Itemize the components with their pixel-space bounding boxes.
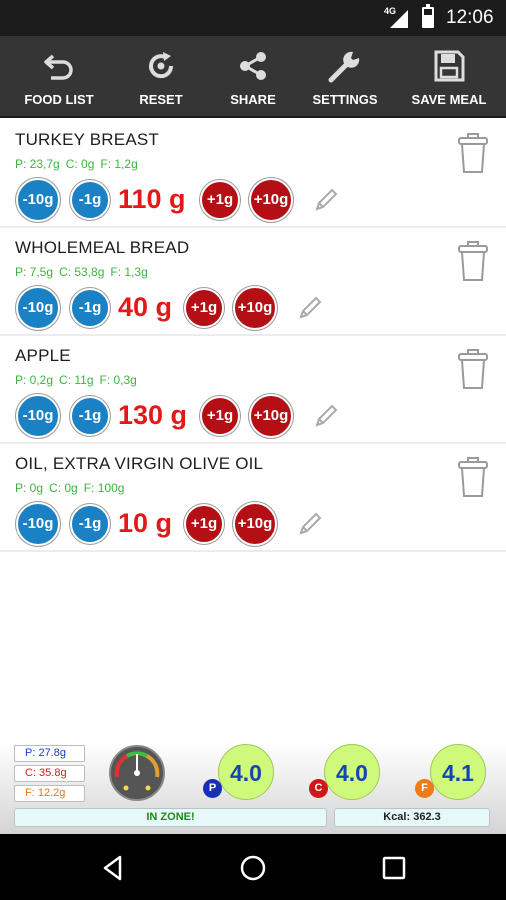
share-label: SHARE bbox=[230, 92, 276, 107]
fat-value: F: 1,2g bbox=[100, 157, 138, 171]
home-icon[interactable] bbox=[236, 851, 270, 885]
trash-icon[interactable] bbox=[457, 132, 489, 174]
zone-status: IN ZONE! bbox=[14, 808, 327, 827]
fat-value: F: 100g bbox=[83, 481, 125, 495]
battery-icon bbox=[422, 4, 434, 28]
carbs-score: 4.0 bbox=[324, 744, 380, 800]
food-macros: P: 23,7g C: 0g F: 1,2g bbox=[15, 157, 144, 171]
pencil-edit-icon[interactable] bbox=[296, 510, 324, 538]
carbs-total: C: 35.8g bbox=[14, 765, 85, 782]
food-item: APPLE P: 0,2g C: 11g F: 0,3g -10g -1g 130 … bbox=[0, 336, 506, 444]
food-name: WHOLEMEAL BREAD bbox=[15, 238, 190, 257]
carbs-value: C: 0g bbox=[65, 157, 95, 171]
status-bar: 4G 12:06 bbox=[0, 0, 506, 36]
food-list: TURKEY BREAST P: 23,7g C: 0g F: 1,2g -10g … bbox=[0, 120, 506, 552]
minus-10g-button[interactable]: -10g bbox=[16, 394, 60, 438]
pencil-edit-icon[interactable] bbox=[312, 402, 340, 430]
food-list-button[interactable]: FOOD LIST bbox=[14, 36, 104, 118]
carbs-value: C: 11g bbox=[59, 373, 94, 387]
food-macros: P: 0g C: 0g F: 100g bbox=[15, 481, 130, 495]
quantity-value: 110 g bbox=[118, 184, 186, 214]
fat-score: 4.1 bbox=[430, 744, 486, 800]
pencil-edit-icon[interactable] bbox=[312, 186, 340, 214]
quantity-value: 130 g bbox=[118, 400, 188, 430]
kcal-total: Kcal: 362.3 bbox=[334, 808, 490, 827]
plus-10g-button[interactable]: +10g bbox=[233, 286, 277, 330]
food-name: APPLE bbox=[15, 346, 71, 365]
fat-tag: F bbox=[415, 779, 434, 798]
zone-gauge-icon bbox=[109, 745, 165, 801]
plus-1g-button[interactable]: +1g bbox=[184, 504, 224, 544]
fat-value: F: 0,3g bbox=[99, 373, 137, 387]
carbs-value: C: 53,8g bbox=[59, 265, 105, 279]
protein-score: 4.0 bbox=[218, 744, 274, 800]
protein-tag: P bbox=[203, 779, 222, 798]
pencil-edit-icon[interactable] bbox=[296, 294, 324, 322]
reset-button[interactable]: RESET bbox=[122, 36, 200, 118]
plus-10g-button[interactable]: +10g bbox=[249, 178, 293, 222]
quantity-value: 40 g bbox=[118, 292, 173, 322]
system-nav-bar bbox=[0, 834, 506, 900]
food-list-label: FOOD LIST bbox=[24, 92, 94, 107]
protein-value: P: 7,5g bbox=[15, 265, 54, 279]
undo-arrow-icon bbox=[44, 54, 73, 80]
carbs-tag: C bbox=[309, 779, 328, 798]
minus-10g-button[interactable]: -10g bbox=[16, 286, 60, 330]
minus-1g-button[interactable]: -1g bbox=[70, 288, 110, 328]
signal-icon bbox=[390, 10, 408, 28]
fat-value: F: 1,3g bbox=[110, 265, 148, 279]
save-meal-button[interactable]: SAVE MEAL bbox=[404, 36, 494, 118]
food-item: WHOLEMEAL BREAD P: 7,5g C: 53,8g F: 1,3g -… bbox=[0, 228, 506, 336]
share-icon bbox=[240, 52, 266, 80]
protein-value: P: 23,7g bbox=[15, 157, 60, 171]
settings-label: SETTINGS bbox=[312, 92, 378, 107]
meal-summary-panel: P: 27.8g C: 35.8g F: 12.2g 4.0 P 4.0 C 4… bbox=[0, 742, 506, 834]
fat-total: F: 12.2g bbox=[14, 785, 85, 802]
food-macros: P: 7,5g C: 53,8g F: 1,3g bbox=[15, 265, 154, 279]
trash-icon[interactable] bbox=[457, 456, 489, 498]
share-button[interactable]: SHARE bbox=[214, 36, 292, 118]
floppy-disk-icon bbox=[434, 50, 465, 82]
food-macros: P: 0,2g C: 11g F: 0,3g bbox=[15, 373, 143, 387]
food-item: TURKEY BREAST P: 23,7g C: 0g F: 1,2g -10g … bbox=[0, 120, 506, 228]
minus-1g-button[interactable]: -1g bbox=[70, 180, 110, 220]
plus-10g-button[interactable]: +10g bbox=[249, 394, 293, 438]
food-item: OIL, EXTRA VIRGIN OLIVE OIL P: 0g C: 0g F:… bbox=[0, 444, 506, 552]
plus-1g-button[interactable]: +1g bbox=[200, 180, 240, 220]
wrench-icon bbox=[328, 51, 360, 83]
minus-1g-button[interactable]: -1g bbox=[70, 396, 110, 436]
reset-icon bbox=[149, 52, 174, 79]
reset-label: RESET bbox=[139, 92, 183, 107]
protein-value: P: 0g bbox=[15, 481, 44, 495]
protein-total: P: 27.8g bbox=[14, 745, 85, 762]
back-icon[interactable] bbox=[96, 851, 130, 885]
quantity-value: 10 g bbox=[118, 508, 173, 538]
save-meal-label: SAVE MEAL bbox=[411, 92, 487, 107]
settings-button[interactable]: SETTINGS bbox=[304, 36, 386, 118]
plus-1g-button[interactable]: +1g bbox=[184, 288, 224, 328]
plus-10g-button[interactable]: +10g bbox=[233, 502, 277, 546]
minus-1g-button[interactable]: -1g bbox=[70, 504, 110, 544]
minus-10g-button[interactable]: -10g bbox=[16, 502, 60, 546]
trash-icon[interactable] bbox=[457, 240, 489, 282]
food-name: TURKEY BREAST bbox=[15, 130, 159, 149]
status-time: 12:06 bbox=[446, 7, 494, 28]
carbs-value: C: 0g bbox=[49, 481, 78, 495]
minus-10g-button[interactable]: -10g bbox=[16, 178, 60, 222]
recents-icon[interactable] bbox=[377, 851, 411, 885]
protein-value: P: 0,2g bbox=[15, 373, 54, 387]
plus-1g-button[interactable]: +1g bbox=[200, 396, 240, 436]
action-toolbar: FOOD LIST RESET SHARE SETTINGS SAVE MEAL bbox=[0, 36, 506, 118]
food-name: OIL, EXTRA VIRGIN OLIVE OIL bbox=[15, 454, 264, 473]
trash-icon[interactable] bbox=[457, 348, 489, 390]
